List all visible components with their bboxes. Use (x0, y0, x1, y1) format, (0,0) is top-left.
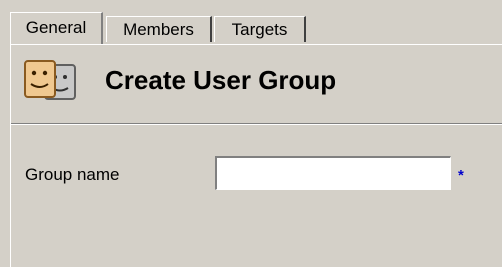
create-user-group-window: Members Targets General Create User Grou… (0, 0, 502, 267)
tab-targets[interactable]: Targets (214, 16, 306, 42)
tab-strip: Members Targets General (0, 0, 502, 46)
tab-general[interactable]: General (10, 12, 103, 44)
group-name-input[interactable] (215, 156, 451, 190)
general-tab-panel: Create User Group Group name * (10, 44, 502, 267)
tab-members[interactable]: Members (106, 16, 212, 42)
header-divider (11, 123, 502, 125)
page-title: Create User Group (105, 65, 337, 95)
user-group-icon (24, 60, 76, 100)
group-name-label: Group name (25, 165, 120, 184)
required-marker: * (458, 167, 464, 184)
panel-header: Create User Group (11, 45, 502, 123)
